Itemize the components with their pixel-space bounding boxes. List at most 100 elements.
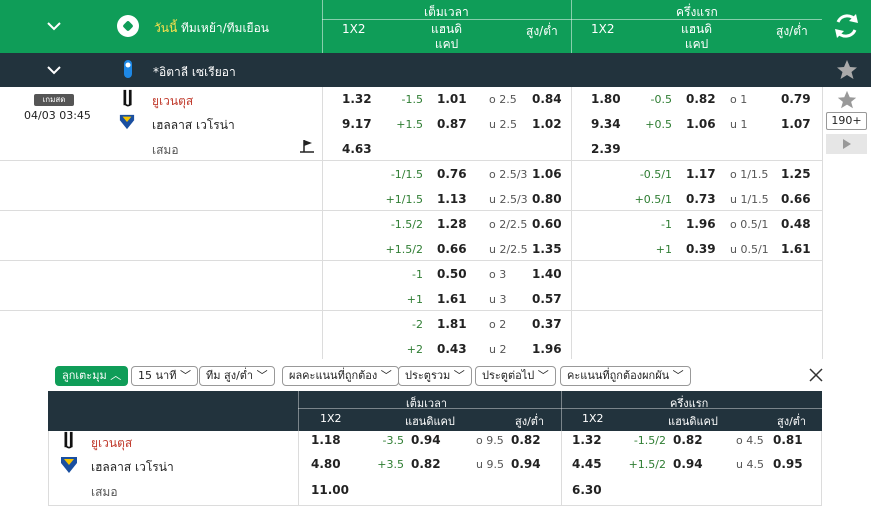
ft-handicap-line: +1 — [406, 293, 423, 306]
ft-ou-line: u 2.5/3 — [489, 193, 528, 206]
ft-ou-odds[interactable]: 0.84 — [532, 92, 562, 106]
filter-total-goals[interactable]: ประตูรวม ﹀ — [398, 366, 472, 386]
sub-ft-handicap-line: +3.5 — [377, 458, 404, 471]
league-favorite-star[interactable] — [835, 58, 859, 85]
ft-handicap-odds[interactable]: 0.87 — [437, 117, 467, 131]
play-button[interactable] — [826, 134, 867, 154]
sort-label: ทีมเหย้า/ทีมเยือน — [180, 21, 269, 35]
ft-handicap-odds[interactable]: 0.66 — [437, 242, 467, 256]
ft-handicap-odds[interactable]: 1.01 — [437, 92, 467, 106]
divider — [822, 87, 823, 359]
filter-team-ou[interactable]: ทีม สูง/ต่ำ ﹀ — [199, 366, 275, 386]
ft-ou-odds[interactable]: 1.02 — [532, 117, 562, 131]
ft-ou-odds[interactable]: 0.57 — [532, 292, 562, 306]
sub-ft-1x2-odds[interactable]: 11.00 — [311, 483, 349, 497]
ht-handicap-odds[interactable]: 0.39 — [686, 242, 716, 256]
ht-ou-line: o 1 — [730, 93, 748, 106]
more-markets-toggle[interactable]: ลูกเตะมุม ︿ — [55, 366, 129, 386]
sub-ft-1x2-odds[interactable]: 1.18 — [311, 433, 341, 447]
today-label: วันนี้ — [154, 21, 178, 35]
ft-1x2-odds[interactable]: 4.63 — [342, 142, 372, 156]
divider — [821, 431, 822, 506]
home-team-name[interactable]: ยูเวนตุส — [152, 92, 193, 111]
sub-ht-1x2-odds[interactable]: 4.45 — [572, 457, 602, 471]
ht-ou-odds[interactable]: 1.25 — [781, 167, 811, 181]
football-icon — [117, 15, 139, 37]
ft-ou-odds[interactable]: 0.80 — [532, 192, 562, 206]
sub-ht-1x2-odds[interactable]: 6.30 — [572, 483, 602, 497]
ht-ou-odds[interactable]: 0.79 — [781, 92, 811, 106]
ft-ou-odds[interactable]: 1.96 — [532, 342, 562, 356]
play-icon — [843, 139, 851, 149]
sub-ft-ou-odds[interactable]: 0.94 — [511, 457, 541, 471]
sub-ft-handicap-odds[interactable]: 0.82 — [411, 457, 441, 471]
ft-handicap-odds[interactable]: 1.61 — [437, 292, 467, 306]
corner-flag-icon — [300, 138, 316, 157]
sub-ht-1x2-odds[interactable]: 1.32 — [572, 433, 602, 447]
sort-selector[interactable]: วันนี้ ทีมเหย้า/ทีมเยือน — [154, 19, 269, 38]
away-team-name[interactable]: เฮลลาส เวโรน่า — [152, 116, 235, 135]
ft-handicap-line: +1.5/2 — [385, 243, 423, 256]
divider — [322, 19, 822, 20]
ht-ou-odds[interactable]: 0.48 — [781, 217, 811, 231]
sub-ht-ou-line: u 4.5 — [736, 458, 764, 471]
ht-handicap-odds[interactable]: 1.06 — [686, 117, 716, 131]
ft-handicap-odds[interactable]: 1.81 — [437, 317, 467, 331]
ft-ou-odds[interactable]: 0.37 — [532, 317, 562, 331]
filter-reverse-correct-score[interactable]: คะแนนที่ถูกต้องผกผัน ﹀ — [560, 366, 691, 386]
more-markets-button[interactable]: 190+ — [826, 112, 867, 130]
ht-1x2-odds[interactable]: 2.39 — [591, 142, 621, 156]
filter-15min[interactable]: 15 นาที ﹀ — [131, 366, 198, 386]
divider — [0, 260, 822, 261]
col-handicap-line1: แฮนดิ — [681, 22, 713, 36]
sub-away-team: เฮลลาส เวโรน่า — [91, 460, 174, 474]
ht-ou-odds[interactable]: 0.66 — [781, 192, 811, 206]
divider — [561, 391, 562, 431]
ht-ou-odds[interactable]: 1.07 — [781, 117, 811, 131]
divider — [0, 310, 822, 311]
league-name: *อิตาลี เซเรียอา — [153, 65, 236, 79]
ht-handicap-line: -1 — [661, 218, 672, 231]
ft-ou-line: u 2 — [489, 343, 507, 356]
ht-handicap-line: -0.5/1 — [639, 168, 672, 181]
ht-handicap-odds[interactable]: 0.73 — [686, 192, 716, 206]
sub-ht-handicap-odds[interactable]: 0.94 — [673, 457, 703, 471]
ft-ou-odds[interactable]: 1.40 — [532, 267, 562, 281]
ht-ou-odds[interactable]: 1.61 — [781, 242, 811, 256]
divider — [298, 408, 822, 409]
ht-handicap-odds[interactable]: 0.82 — [686, 92, 716, 106]
ft-handicap-odds[interactable]: 1.28 — [437, 217, 467, 231]
ft-ou-line: o 2 — [489, 318, 507, 331]
ft-ou-odds[interactable]: 0.60 — [532, 217, 562, 231]
sub-ft-handicap-odds[interactable]: 0.94 — [411, 433, 441, 447]
chevron-up-icon: ︿ — [110, 369, 122, 382]
ft-handicap-odds[interactable]: 1.13 — [437, 192, 467, 206]
divider — [561, 431, 562, 506]
filter-correct-score[interactable]: ผลคะแนนที่ถูกต้อง ﹀ — [282, 366, 399, 386]
col-handicap-line2: แคป — [434, 37, 459, 51]
col-handicap-line2: แคป — [684, 37, 709, 51]
ht-handicap-odds[interactable]: 1.96 — [686, 217, 716, 231]
ft-ou-odds[interactable]: 1.35 — [532, 242, 562, 256]
ft-handicap-odds[interactable]: 0.50 — [437, 267, 467, 281]
close-button[interactable] — [808, 367, 824, 386]
ht-handicap-odds[interactable]: 1.17 — [686, 167, 716, 181]
league-collapse-button[interactable] — [40, 58, 68, 82]
ft-handicap-odds[interactable]: 0.76 — [437, 167, 467, 181]
refresh-button[interactable] — [822, 0, 871, 53]
ft-handicap-line: +1.5 — [396, 118, 423, 131]
chevron-down-icon — [47, 22, 61, 31]
sub-ht-handicap-odds[interactable]: 0.82 — [673, 433, 703, 447]
sub-ft-1x2-odds[interactable]: 4.80 — [311, 457, 341, 471]
match-favorite-star[interactable] — [836, 89, 858, 114]
ft-handicap-odds[interactable]: 0.43 — [437, 342, 467, 356]
sub-halftime-label: ครึ่งแรก — [670, 397, 709, 410]
chevron-down-icon: ﹀ — [256, 369, 268, 382]
collapse-all-button[interactable] — [40, 14, 68, 38]
sub-ht-ou-odds[interactable]: 0.81 — [773, 433, 803, 447]
filter-next-goal[interactable]: ประตูต่อไป ﹀ — [475, 366, 556, 386]
sub-ft-ou-odds[interactable]: 0.82 — [511, 433, 541, 447]
ht-ou-line: o 1/1.5 — [730, 168, 769, 181]
sub-ht-ou-odds[interactable]: 0.95 — [773, 457, 803, 471]
ft-ou-odds[interactable]: 1.06 — [532, 167, 562, 181]
